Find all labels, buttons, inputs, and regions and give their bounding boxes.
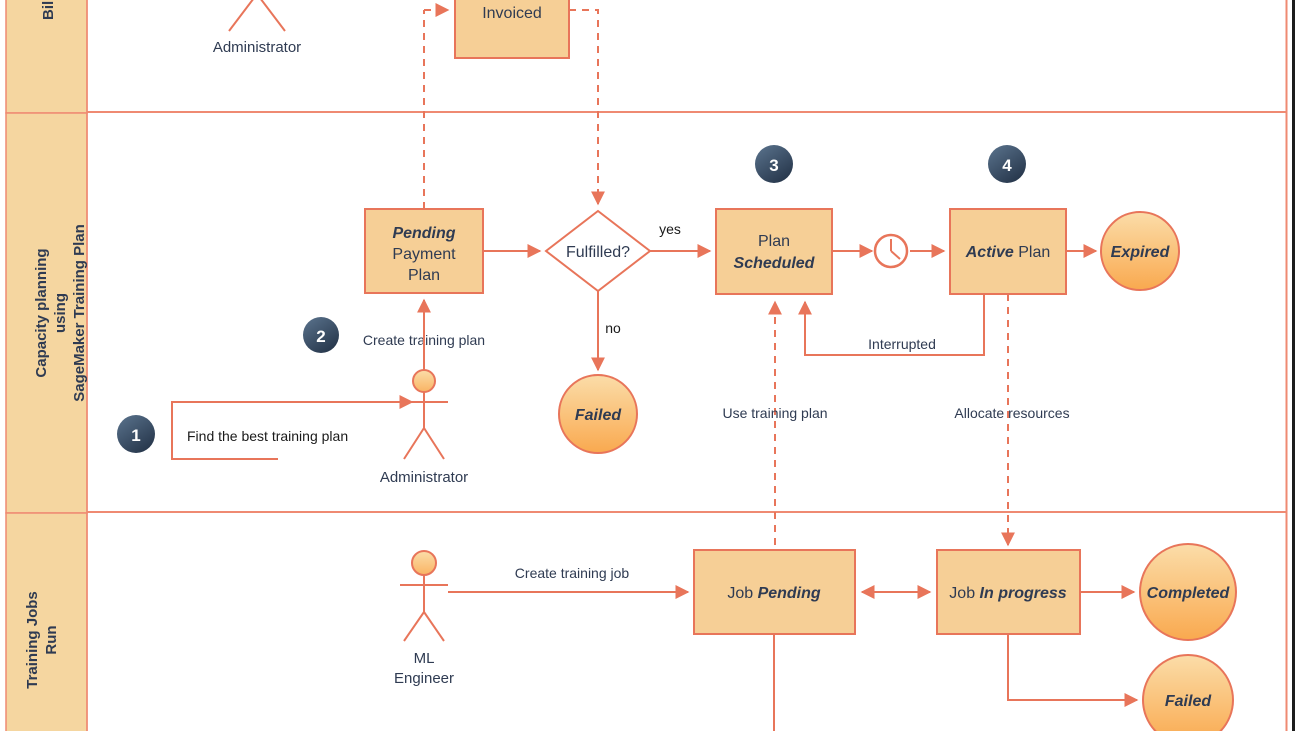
node-failed-job[interactable]: Failed [1142, 654, 1234, 731]
actor-administrator-billing: Administrator [213, 0, 301, 56]
badge-step-2: 2 [303, 317, 339, 353]
badge-step-3-number: 3 [769, 156, 778, 175]
actor-label-administrator-capacity: Administrator [380, 469, 468, 486]
edge-allocate-resources: Allocate resources [954, 294, 1070, 547]
lane-capacity-planning: Capacity planning using SageMaker Traini… [5, 112, 1287, 514]
edge-label-no: no [605, 320, 621, 336]
badge-step-4: 4 [988, 145, 1026, 183]
badge-step-1-number: 1 [131, 426, 140, 445]
swimlane-diagram: Bill Capacity planning using SageMaker T… [0, 0, 1300, 731]
edge-create-training-job: Create training job [448, 565, 690, 599]
clock-icon [832, 233, 946, 269]
edge-label-yes: yes [659, 221, 681, 237]
edge-label-create-training-job: Create training job [515, 565, 630, 581]
edge-use-training-plan: Use training plan [722, 300, 828, 545]
edge-label-interrupted: Interrupted [868, 336, 936, 352]
node-active-plan[interactable]: Active Plan [949, 208, 1067, 295]
badge-step-1: 1 [117, 415, 155, 453]
edge-label-find-best-training-plan: Find the best training plan [187, 428, 348, 444]
lane-label-training-line-1: Training Jobs [24, 591, 41, 689]
lane-label-capacity-line-1: Capacity planning [33, 248, 50, 377]
badge-step-4-number: 4 [1002, 156, 1012, 175]
edge-label-allocate-resources: Allocate resources [954, 405, 1069, 421]
actor-administrator-capacity: Administrator [380, 369, 468, 486]
edge-job-to-failed [1007, 634, 1139, 707]
diagram-frame [1285, 0, 1300, 731]
edge-label-use-training-plan: Use training plan [722, 405, 827, 421]
node-label-failed-job: Failed [1165, 693, 1212, 710]
node-invoiced[interactable]: Invoiced [454, 0, 570, 59]
edge-invoiced-to-fulfilled [569, 9, 605, 206]
badge-step-2-number: 2 [316, 327, 325, 346]
node-label-expired: Expired [1111, 244, 1171, 261]
node-label-plan-scheduled-line-2: Scheduled [734, 255, 816, 272]
actor-label-ml-engineer-line-1: ML [414, 650, 435, 667]
diagram-canvas: Bill Capacity planning using SageMaker T… [5, 0, 1300, 731]
lane-label-training-line-2: Run [43, 625, 60, 654]
node-label-fulfilled: Fulfilled? [566, 244, 630, 261]
node-label-invoiced: Invoiced [482, 5, 542, 22]
node-label-pending-payment-plan-line-3: Plan [408, 267, 440, 284]
edge-interrupted: Interrupted [798, 294, 985, 356]
node-label-plan-scheduled-line-1: Plan [758, 233, 790, 250]
node-label-active-plan: Active Plan [965, 244, 1051, 261]
node-label-pending-payment-plan-line-1: Pending [392, 225, 455, 242]
lane-label-billing: Bill [40, 0, 57, 20]
node-plan-scheduled[interactable]: Plan Scheduled [715, 208, 833, 295]
edge-pending-to-invoiced [423, 3, 450, 209]
node-completed[interactable]: Completed [1139, 543, 1237, 641]
actor-ml-engineer: ML Engineer [394, 550, 454, 687]
node-fulfilled-decision[interactable]: Fulfilled? [544, 209, 652, 293]
badge-step-3: 3 [755, 145, 793, 183]
lane-training-jobs-run: Training Jobs Run [5, 512, 88, 731]
node-job-pending[interactable]: Job Pending [693, 549, 856, 635]
actor-label-administrator-billing: Administrator [213, 39, 301, 56]
node-label-pending-payment-plan-line-2: Payment [392, 246, 456, 263]
edge-find-best-training-plan: Find the best training plan [171, 395, 414, 460]
node-label-job-pending: Job Pending [727, 585, 821, 602]
node-job-in-progress[interactable]: Job In progress [936, 549, 1081, 635]
node-label-failed-plan: Failed [575, 407, 622, 424]
lane-label-capacity-line-3: SageMaker Training Plan [71, 224, 88, 402]
node-pending-payment-plan[interactable]: Pending Payment Plan [364, 208, 484, 294]
node-expired[interactable]: Expired [1100, 211, 1180, 291]
node-label-job-in-progress: Job In progress [949, 585, 1066, 602]
node-failed-plan[interactable]: Failed [558, 374, 638, 454]
lane-label-capacity-line-2: using [52, 293, 69, 333]
lane-billing: Bill [5, 0, 1287, 114]
actor-label-ml-engineer-line-2: Engineer [394, 670, 454, 687]
node-label-completed: Completed [1147, 585, 1231, 602]
